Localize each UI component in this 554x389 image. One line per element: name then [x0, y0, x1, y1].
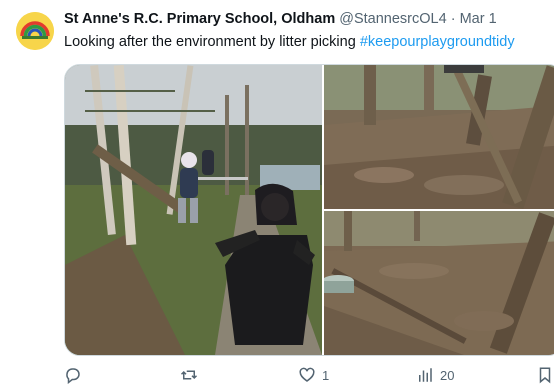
- reply-icon: [66, 368, 80, 384]
- views-count: 20: [440, 367, 455, 383]
- tweet-text: Looking after the environment by litter …: [64, 33, 515, 51]
- heart-icon: [299, 367, 315, 382]
- photo-3[interactable]: [324, 211, 554, 355]
- hashtag-link[interactable]: #keepourplaygroundtidy: [360, 34, 515, 50]
- photo-1[interactable]: [65, 65, 322, 355]
- author-avatar[interactable]: [16, 12, 54, 50]
- retweet-button[interactable]: [180, 366, 204, 384]
- views-button[interactable]: 20: [416, 366, 454, 384]
- bookmark-button[interactable]: [536, 366, 554, 384]
- tweet-actions: 1 20: [64, 366, 554, 388]
- like-count: 1: [322, 367, 330, 383]
- author-name[interactable]: St Anne's R.C. Primary School, Oldham: [64, 11, 335, 27]
- retweet-icon: [180, 370, 198, 380]
- photo-2[interactable]: [324, 65, 554, 209]
- tweet-body: Looking after the environment by litter …: [64, 34, 360, 50]
- dot-separator: ·: [450, 11, 456, 27]
- photo-woodland-path: [324, 211, 554, 355]
- photo-woodland-floor: [324, 65, 554, 209]
- author-handle[interactable]: @StannesrcOL4: [339, 11, 446, 27]
- media-grid: [64, 64, 554, 356]
- tweet-date[interactable]: Mar 1: [460, 11, 497, 27]
- tweet-header: St Anne's R.C. Primary School, Oldham @S…: [64, 10, 554, 28]
- analytics-icon: [419, 368, 432, 382]
- reply-button[interactable]: [64, 366, 88, 384]
- like-button[interactable]: 1: [298, 366, 329, 384]
- school-logo-icon: [16, 12, 54, 50]
- photo-child-litter-picking: [65, 65, 322, 355]
- bookmark-icon: [539, 367, 551, 384]
